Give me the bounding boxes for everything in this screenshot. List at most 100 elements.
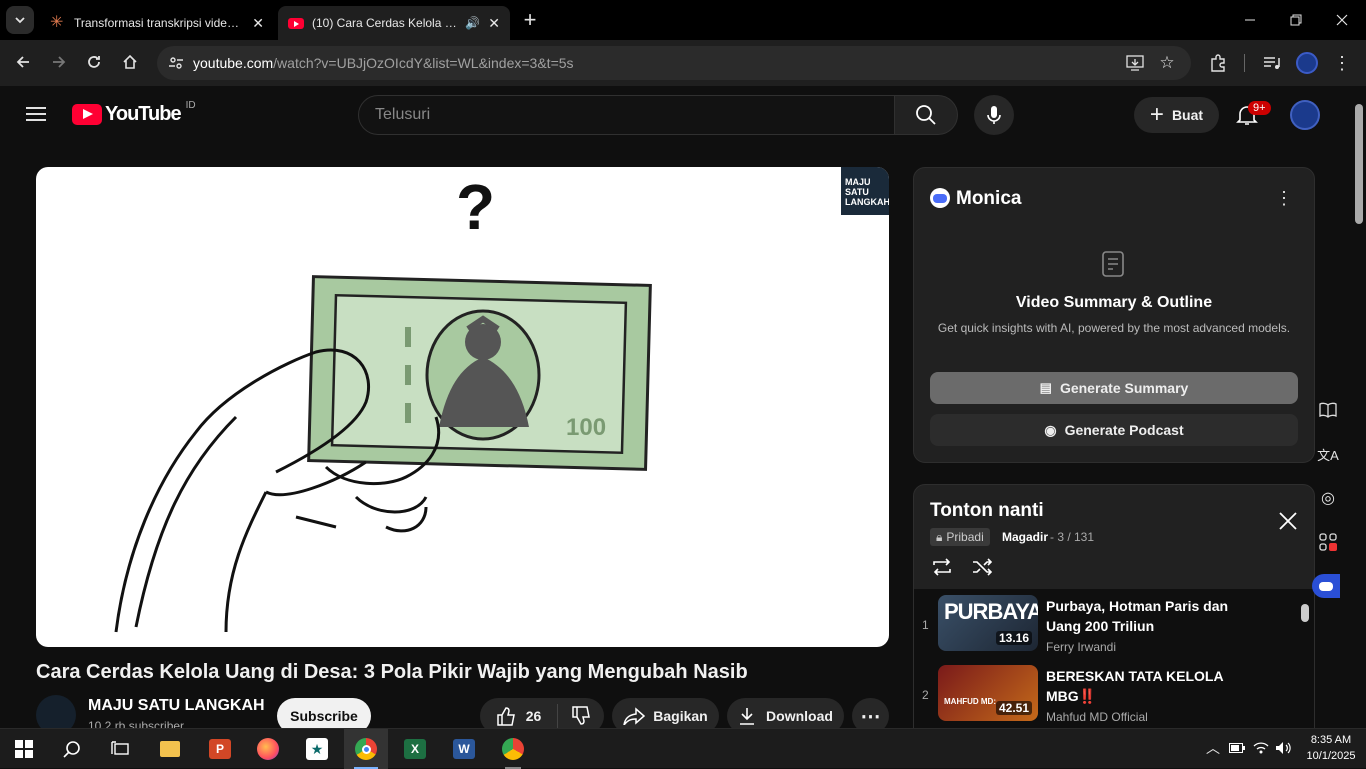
playlist-owner[interactable]: Magadir: [1002, 530, 1048, 544]
bookmark-star-icon[interactable]: ☆: [1157, 53, 1177, 73]
monica-subtitle: Get quick insights with AI, powered by t…: [937, 321, 1291, 335]
hamburger-menu-icon[interactable]: [24, 102, 48, 126]
apps-icon[interactable]: [1316, 530, 1340, 554]
forward-button[interactable]: [46, 49, 72, 75]
word-button[interactable]: W: [442, 729, 486, 769]
youtube-logo[interactable]: YouTube ID: [72, 100, 196, 126]
firefox-icon: [257, 738, 279, 760]
wifi-icon[interactable]: [1252, 739, 1270, 757]
monica-menu-icon[interactable]: ⋮: [1275, 188, 1293, 208]
extensions-icon[interactable]: [1206, 52, 1230, 74]
reader-icon[interactable]: [1316, 398, 1340, 422]
chrome-profile-button[interactable]: [491, 729, 535, 769]
search-taskbar-button[interactable]: [50, 729, 94, 769]
excel-icon: X: [404, 739, 426, 759]
more-horizontal-icon: ⋯: [860, 705, 881, 728]
close-tab-icon[interactable]: ✕: [488, 15, 500, 32]
tab-youtube[interactable]: (10) Cara Cerdas Kelola Uang 🔊 ✕: [278, 6, 510, 40]
minimize-button[interactable]: [1238, 8, 1262, 32]
chrome-icon: [355, 738, 377, 760]
close-window-button[interactable]: [1330, 8, 1354, 32]
like-button[interactable]: 26: [480, 704, 558, 728]
restore-icon: [1290, 14, 1302, 26]
minimize-icon: [1245, 19, 1255, 21]
repeat-icon: [933, 558, 951, 576]
monica-toggle-icon[interactable]: [1312, 574, 1340, 598]
generate-summary-label: Generate Summary: [1059, 380, 1189, 396]
back-button[interactable]: [10, 49, 36, 75]
playlist-item-thumbnail[interactable]: PURBAYA 13.16: [938, 595, 1038, 651]
video-duration: 42.51: [995, 701, 1032, 715]
shuffle-button[interactable]: [970, 556, 994, 578]
playlist-item-title[interactable]: BERESKAN TATA KELOLA MBG‼️: [1046, 666, 1224, 706]
media-control-icon[interactable]: [1260, 52, 1284, 74]
volume-icon[interactable]: [1274, 739, 1292, 757]
new-tab-button[interactable]: +: [518, 7, 542, 32]
video-player[interactable]: 100 ? MAJU SATU LANGKAH: [36, 167, 889, 647]
playlist-scrollbar[interactable]: [1301, 604, 1309, 622]
page-scrollbar-track[interactable]: [1352, 88, 1366, 728]
search-button[interactable]: [894, 95, 958, 135]
item-index: 2: [922, 688, 929, 702]
tab-transformasi[interactable]: ✳ Transformasi transkripsi video m ✕: [40, 6, 274, 40]
close-playlist-button[interactable]: [1276, 509, 1300, 533]
menu-kebab-icon[interactable]: ⋮: [1333, 52, 1351, 74]
powerpoint-button[interactable]: P: [198, 729, 242, 769]
home-icon: [123, 54, 137, 69]
close-tab-icon[interactable]: ✕: [252, 15, 264, 32]
arrow-left-icon: [16, 56, 29, 68]
download-icon: [740, 708, 755, 725]
channel-name[interactable]: MAJU SATU LANGKAH: [88, 697, 265, 715]
podcast-side-icon[interactable]: ◎: [1316, 486, 1340, 510]
battery-icon[interactable]: [1228, 739, 1246, 757]
star-app-icon: ★: [306, 738, 328, 760]
site-info-icon[interactable]: [161, 55, 191, 71]
search-input[interactable]: Telusuri: [358, 95, 895, 135]
speaker-icon[interactable]: 🔊: [465, 16, 480, 30]
playlist-item-title[interactable]: Purbaya, Hotman Paris dan Uang 200 Triliu…: [1046, 596, 1228, 636]
create-label: Buat: [1171, 107, 1204, 123]
privacy-badge: 🔒︎ Pribadi: [930, 528, 990, 546]
tab-title: (10) Cara Cerdas Kelola Uang: [312, 16, 458, 30]
url-path: /watch?v=UBJjOzOIcdY&list=WL&index=3&t=5…: [273, 55, 574, 71]
start-button[interactable]: [2, 729, 46, 769]
file-explorer-button[interactable]: [148, 729, 192, 769]
create-button[interactable]: + Buat: [1134, 97, 1219, 133]
playlist-item-thumbnail[interactable]: MAHFUD MD: 42.51: [938, 665, 1038, 721]
firefox-button[interactable]: [246, 729, 290, 769]
task-view-button[interactable]: [98, 729, 142, 769]
toolbar-divider: [1244, 54, 1245, 72]
chevron-down-icon: [15, 17, 25, 24]
excel-button[interactable]: X: [393, 729, 437, 769]
channel-watermark[interactable]: MAJU SATU LANGKAH: [841, 167, 889, 215]
clock[interactable]: 8:35 AM 10/1/2025: [1300, 732, 1362, 764]
install-app-icon[interactable]: [1125, 54, 1145, 72]
voice-search-button[interactable]: [974, 95, 1014, 135]
tab-search-button[interactable]: [6, 6, 34, 34]
home-button[interactable]: [117, 49, 143, 75]
chrome-button[interactable]: [344, 729, 388, 769]
address-bar[interactable]: youtube.com /watch?v=UBJjOzOIcdY&list=WL…: [157, 46, 1191, 80]
task-view-icon: [111, 741, 129, 755]
monica-heading: Video Summary & Outline: [1015, 294, 1213, 311]
share-label: Bagikan: [653, 708, 708, 724]
tray-chevron-icon[interactable]: ︿: [1204, 739, 1222, 757]
page-scrollbar-thumb[interactable]: [1355, 104, 1363, 224]
profile-avatar[interactable]: [1296, 52, 1318, 74]
reload-button[interactable]: [81, 49, 107, 75]
document-sparkle-icon: [1100, 250, 1128, 278]
plus-icon: +: [1149, 101, 1164, 128]
logo-text: YouTube: [105, 103, 182, 125]
item-index: 1: [922, 618, 929, 632]
bill-value-text: 100: [566, 414, 606, 441]
translate-icon[interactable]: 文A: [1316, 442, 1340, 466]
loop-button[interactable]: [930, 556, 954, 578]
youtube-favicon-icon: [288, 17, 304, 29]
generate-podcast-button[interactable]: ◉ Generate Podcast: [930, 414, 1298, 446]
restore-button[interactable]: [1284, 8, 1308, 32]
generate-summary-button[interactable]: ▤ Generate Summary: [930, 372, 1298, 404]
account-avatar[interactable]: [1290, 100, 1320, 130]
search-placeholder: Telusuri: [375, 106, 431, 123]
app-star-button[interactable]: ★: [295, 729, 339, 769]
dislike-button[interactable]: [558, 706, 604, 726]
